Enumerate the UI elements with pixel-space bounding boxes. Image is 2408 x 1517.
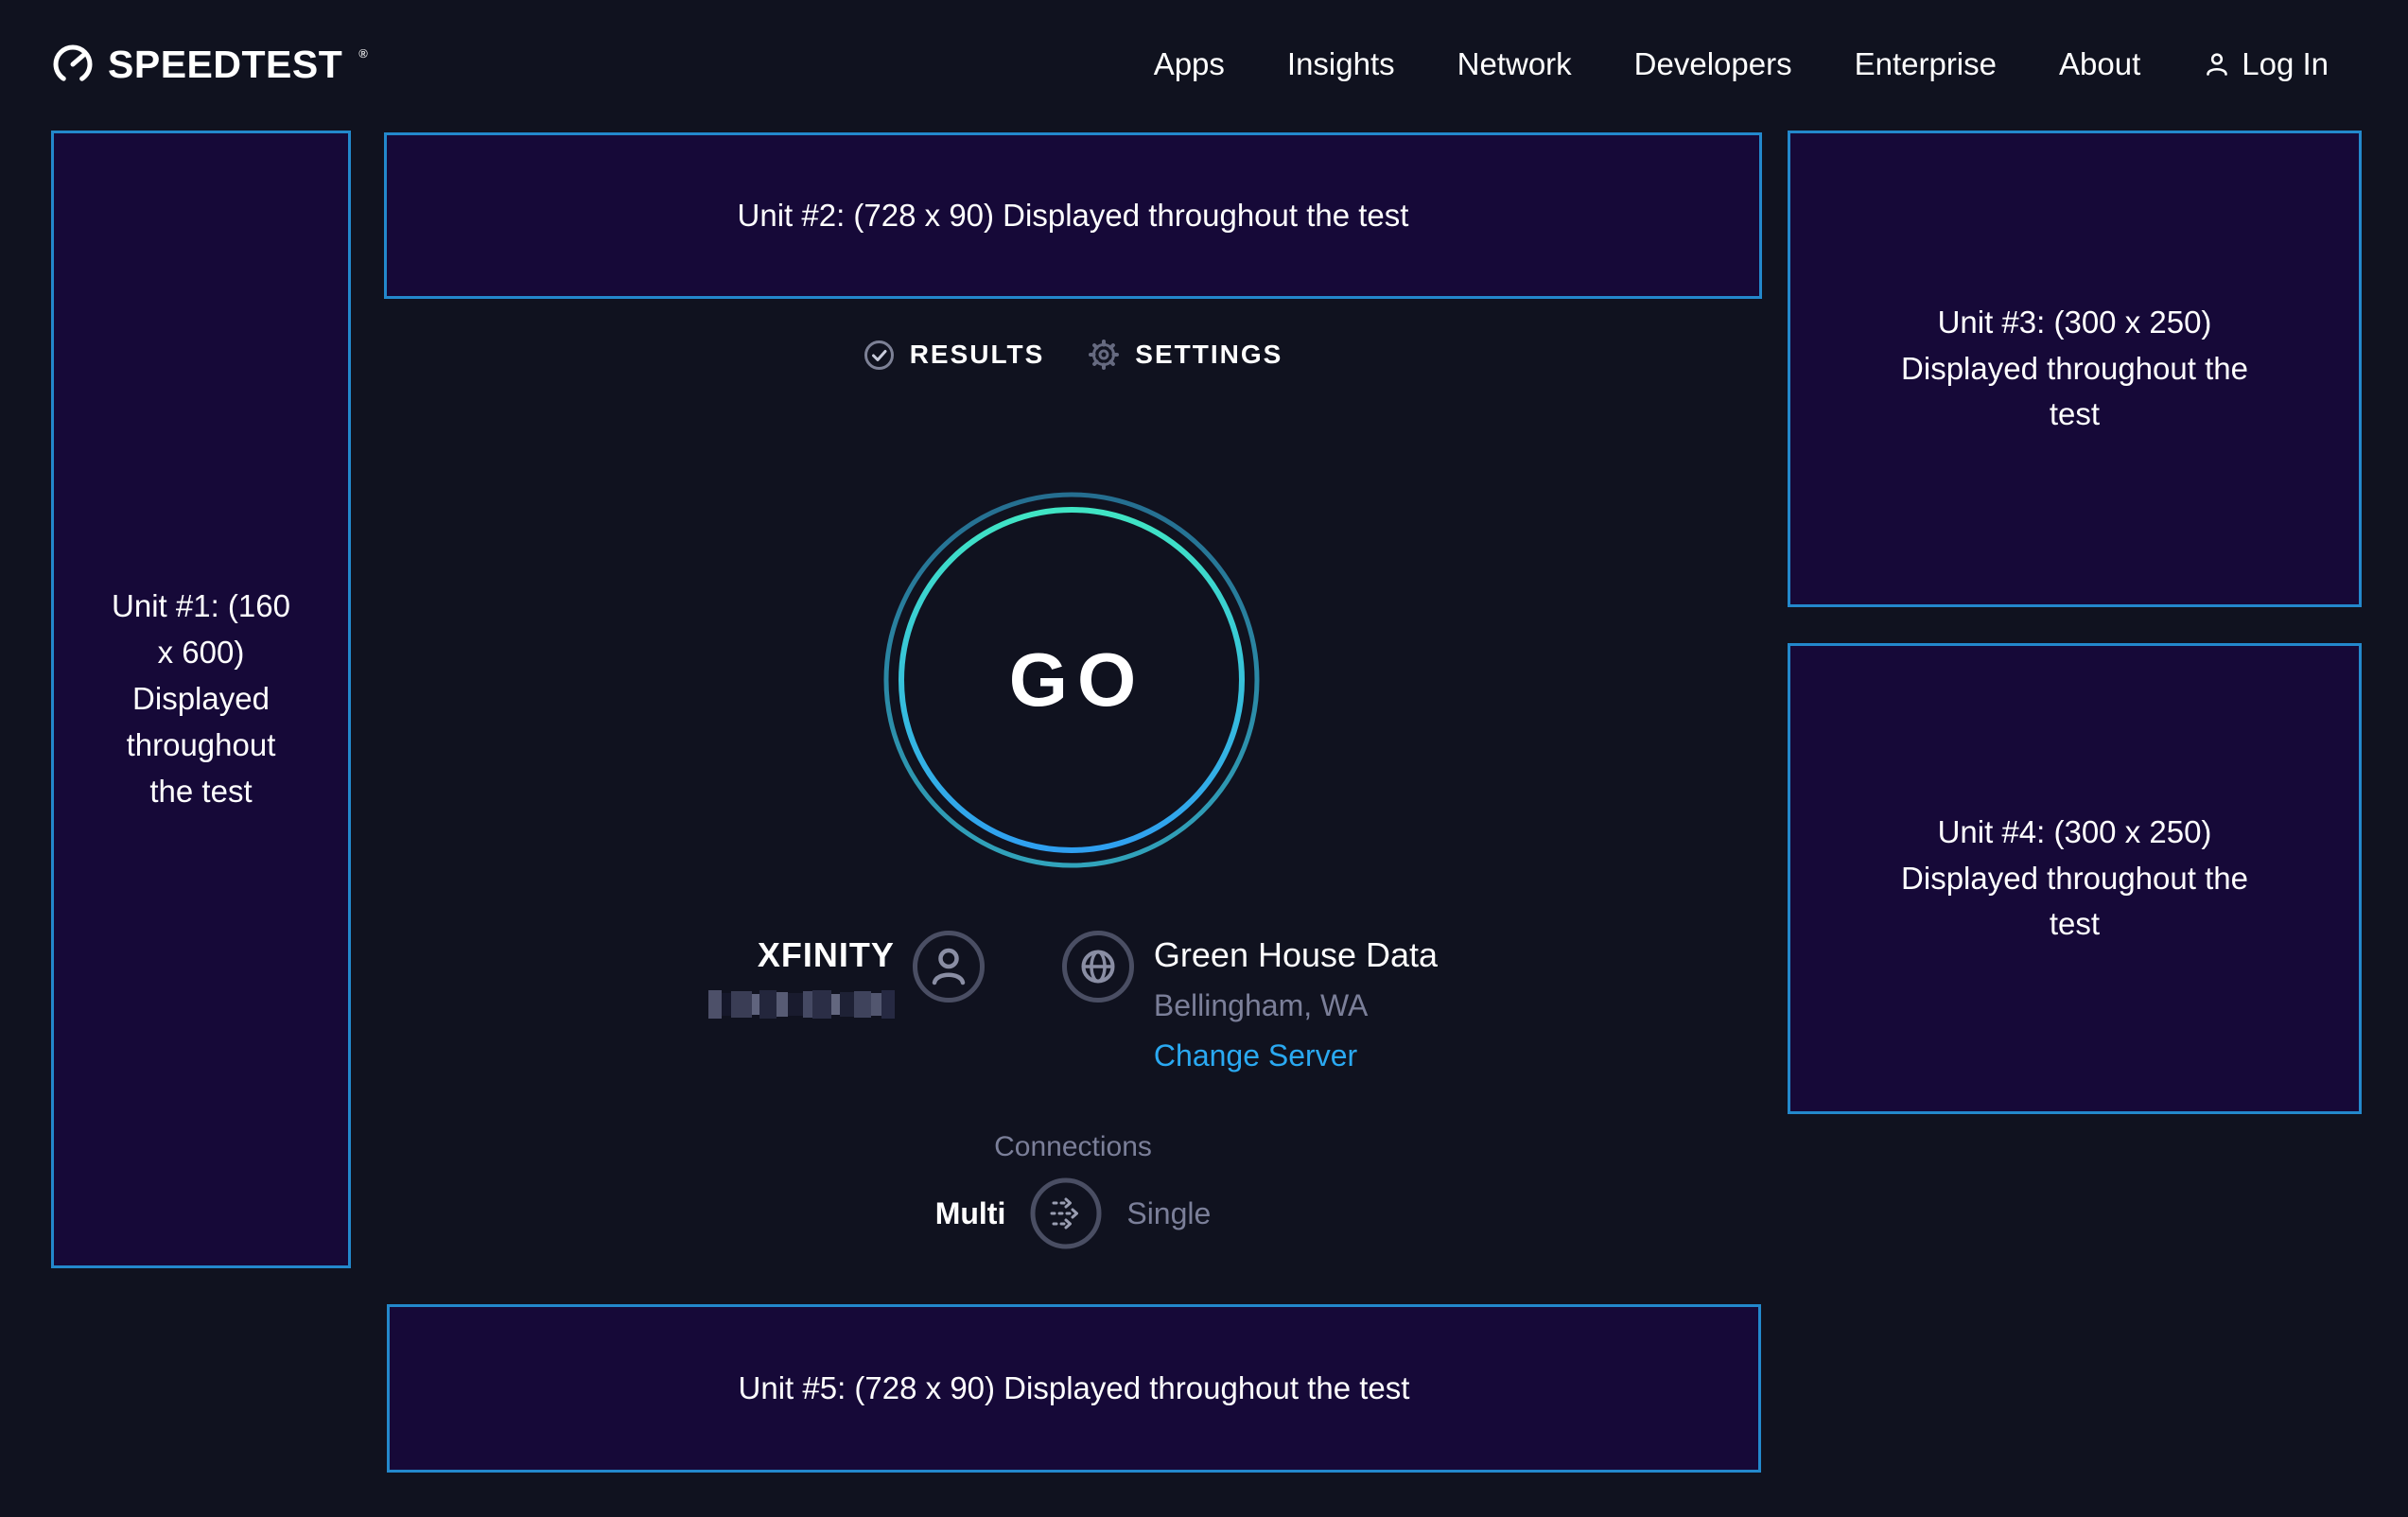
nav-item-insights[interactable]: Insights bbox=[1287, 46, 1395, 82]
isp-name: XFINITY bbox=[758, 935, 895, 975]
nav-item-apps[interactable]: Apps bbox=[1154, 46, 1225, 82]
host-info-row: XFINITY Green House Data Bell bbox=[384, 930, 1762, 1073]
ad-unit-5[interactable]: Unit #5: (728 x 90) Displayed throughout… bbox=[387, 1304, 1761, 1473]
settings-label: SETTINGS bbox=[1135, 340, 1283, 370]
ad-unit-4-label: Unit #4: (300 x 250) Displayed throughou… bbox=[1874, 810, 2276, 948]
gear-icon bbox=[1088, 339, 1120, 371]
connections-mode-multi[interactable]: Multi bbox=[935, 1196, 1006, 1231]
tab-results[interactable]: RESULTS bbox=[864, 340, 1045, 371]
nav-item-network[interactable]: Network bbox=[1457, 46, 1572, 82]
ad-unit-1-label: Unit #1: (160 x 600) Displayed throughou… bbox=[109, 584, 293, 814]
logo-text: SPEEDTEST bbox=[108, 45, 342, 84]
login-person-icon bbox=[2203, 50, 2231, 78]
ad-unit-1[interactable]: Unit #1: (160 x 600) Displayed throughou… bbox=[51, 131, 351, 1268]
ad-unit-3[interactable]: Unit #3: (300 x 250) Displayed throughou… bbox=[1788, 131, 2362, 607]
nav-menu: Apps Insights Network Developers Enterpr… bbox=[1154, 46, 2329, 82]
login-button[interactable]: Log In bbox=[2203, 46, 2329, 82]
change-server-link[interactable]: Change Server bbox=[1154, 1038, 1357, 1073]
server-name: Green House Data bbox=[1154, 935, 1438, 975]
nav-item-developers[interactable]: Developers bbox=[1634, 46, 1792, 82]
connections-label: Connections bbox=[384, 1131, 1762, 1163]
navbar: SPEEDTEST ® Apps Insights Network Develo… bbox=[0, 0, 2408, 129]
server-section: Green House Data Bellingham, WA Change S… bbox=[1061, 930, 1438, 1073]
ad-unit-2[interactable]: Unit #2: (728 x 90) Displayed throughout… bbox=[384, 132, 1762, 299]
server-text-block: Green House Data Bellingham, WA Change S… bbox=[1154, 935, 1438, 1073]
logo-trademark: ® bbox=[358, 46, 368, 61]
ad-unit-2-label: Unit #2: (728 x 90) Displayed throughout… bbox=[738, 193, 1409, 239]
go-label: GO bbox=[882, 491, 1261, 869]
tabs-row: RESULTS bbox=[384, 339, 1762, 371]
check-circle-icon bbox=[864, 340, 895, 371]
speedtest-logo[interactable]: SPEEDTEST ® bbox=[52, 44, 368, 85]
connections-mode-single[interactable]: Single bbox=[1126, 1196, 1211, 1231]
nav-item-enterprise[interactable]: Enterprise bbox=[1855, 46, 1997, 82]
results-label: RESULTS bbox=[910, 340, 1045, 370]
isp-section: XFINITY bbox=[708, 930, 986, 1019]
connections-row: Multi Single bbox=[384, 1177, 1762, 1249]
isp-text-block: XFINITY bbox=[708, 935, 895, 1019]
masked-isp-details bbox=[708, 990, 895, 1019]
nav-item-about[interactable]: About bbox=[2059, 46, 2140, 82]
globe-icon bbox=[1061, 930, 1135, 1003]
ad-unit-4[interactable]: Unit #4: (300 x 250) Displayed throughou… bbox=[1788, 643, 2362, 1114]
login-label: Log In bbox=[2242, 46, 2329, 82]
isp-person-icon bbox=[912, 930, 986, 1003]
go-button[interactable]: GO bbox=[882, 491, 1261, 869]
page: { "nav": { "logo_text": "SPEEDTEST", "lo… bbox=[0, 0, 2408, 1517]
server-location: Bellingham, WA bbox=[1154, 988, 1368, 1023]
connections-toggle-icon[interactable] bbox=[1030, 1177, 1102, 1249]
ad-unit-5-label: Unit #5: (728 x 90) Displayed throughout… bbox=[739, 1366, 1410, 1412]
tab-settings[interactable]: SETTINGS bbox=[1088, 339, 1283, 371]
ad-unit-3-label: Unit #3: (300 x 250) Displayed throughou… bbox=[1874, 300, 2276, 438]
gauge-icon bbox=[52, 44, 94, 85]
